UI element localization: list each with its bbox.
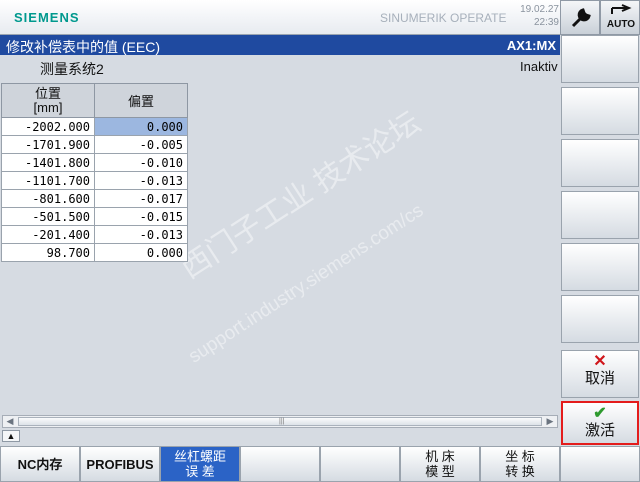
page-title: 修改补偿表中的值 (EEC): [6, 39, 160, 55]
profibus-button[interactable]: PROFIBUS: [80, 446, 160, 482]
machine-model-button[interactable]: 机 床 模 型: [400, 446, 480, 482]
screw-pitch-error-button[interactable]: 丝杠螺距 误 差: [160, 446, 240, 482]
horizontal-softkey-5[interactable]: [320, 446, 400, 482]
table-row: -1401.800 -0.010: [1, 153, 188, 172]
vertical-softkey-1[interactable]: [561, 35, 639, 83]
offset-input[interactable]: -0.010: [94, 153, 188, 172]
offset-input[interactable]: -0.015: [94, 207, 188, 226]
offset-input[interactable]: -0.013: [94, 171, 188, 190]
siemens-logo: SIEMENS: [14, 10, 80, 25]
time: 22:39: [533, 17, 559, 28]
watermark-text: 西门子工业 技术论坛: [174, 105, 427, 286]
position-cell: -1101.700: [1, 171, 95, 190]
position-cell: -501.500: [1, 207, 95, 226]
settings-button[interactable]: [560, 0, 600, 35]
cancel-button[interactable]: ✕ 取消: [561, 350, 639, 398]
datetime: 19.02.27 22:39: [515, 3, 559, 29]
chevron-up-icon: ▲: [6, 431, 16, 441]
horizontal-softkey-8[interactable]: [560, 446, 640, 482]
table-row: -1101.700 -0.013: [1, 171, 188, 190]
header-bar: SIEMENS SINUMERIK OPERATE 19.02.27 22:39: [0, 0, 560, 35]
position-cell: -1701.900: [1, 135, 95, 154]
activate-button[interactable]: ✔ 激活: [561, 401, 639, 445]
coordinate-transform-button[interactable]: 坐 标 转 换: [480, 446, 560, 482]
grip-icon: |||: [279, 418, 285, 425]
nc-memory-button[interactable]: NC内存: [0, 446, 80, 482]
vertical-softkey-2[interactable]: [561, 87, 639, 135]
table-row: -801.600 -0.017: [1, 189, 188, 208]
product-name: SINUMERIK OPERATE: [380, 11, 507, 25]
title-bar: 修改补偿表中的值 (EEC) AX1:MX: [0, 35, 560, 55]
mode-arrow-icon: [611, 4, 632, 14]
position-cell: -801.600: [1, 189, 95, 208]
position-cell: 98.700: [1, 243, 95, 262]
wrench-icon: [571, 8, 591, 28]
vertical-softkey-3[interactable]: [561, 139, 639, 187]
checkmark-icon: ✔: [593, 405, 607, 422]
table-row: -1701.900 -0.005: [1, 135, 188, 154]
auto-mode-button[interactable]: AUTO: [600, 0, 640, 35]
table-row: -2002.000 0.000: [1, 117, 188, 136]
offset-input[interactable]: -0.005: [94, 135, 188, 154]
horizontal-scrollbar[interactable]: ◀ ||| ▶: [2, 415, 558, 428]
table-row: -501.500 -0.015: [1, 207, 188, 226]
scroll-right-icon[interactable]: ▶: [543, 416, 557, 427]
horizontal-softkey-4[interactable]: [240, 446, 320, 482]
position-cell: -201.400: [1, 225, 95, 244]
offset-input[interactable]: 0.000: [94, 243, 188, 262]
offset-input[interactable]: 0.000: [94, 117, 188, 136]
offset-input[interactable]: -0.017: [94, 189, 188, 208]
position-cell: -2002.000: [1, 117, 95, 136]
measuring-system-label: 测量系统2: [40, 61, 104, 77]
column-header-offset: 偏置: [94, 83, 188, 118]
vertical-softkey-5[interactable]: [561, 243, 639, 291]
cancel-label: 取消: [584, 370, 615, 387]
auto-label: AUTO: [606, 19, 636, 30]
scroll-left-icon[interactable]: ◀: [3, 416, 17, 427]
scrollbar-thumb[interactable]: |||: [18, 417, 542, 426]
activate-label: 激活: [584, 422, 615, 439]
vertical-softkey-4[interactable]: [561, 191, 639, 239]
recall-button[interactable]: ▲: [2, 430, 20, 442]
compensation-table: 位置 [mm] 偏置 -2002.000 0.000 -1701.900 -0.…: [1, 83, 188, 262]
axis-label: AX1:MX: [506, 38, 556, 53]
vertical-softkey-6[interactable]: [561, 295, 639, 343]
offset-input[interactable]: -0.013: [94, 225, 188, 244]
date: 19.02.27: [520, 4, 559, 15]
table-row: -201.400 -0.013: [1, 225, 188, 244]
close-icon: ✕: [593, 353, 607, 370]
column-header-position: 位置 [mm]: [1, 83, 95, 118]
status-label: Inaktiv: [520, 59, 558, 74]
table-row: 98.700 0.000: [1, 243, 188, 262]
position-cell: -1401.800: [1, 153, 95, 172]
